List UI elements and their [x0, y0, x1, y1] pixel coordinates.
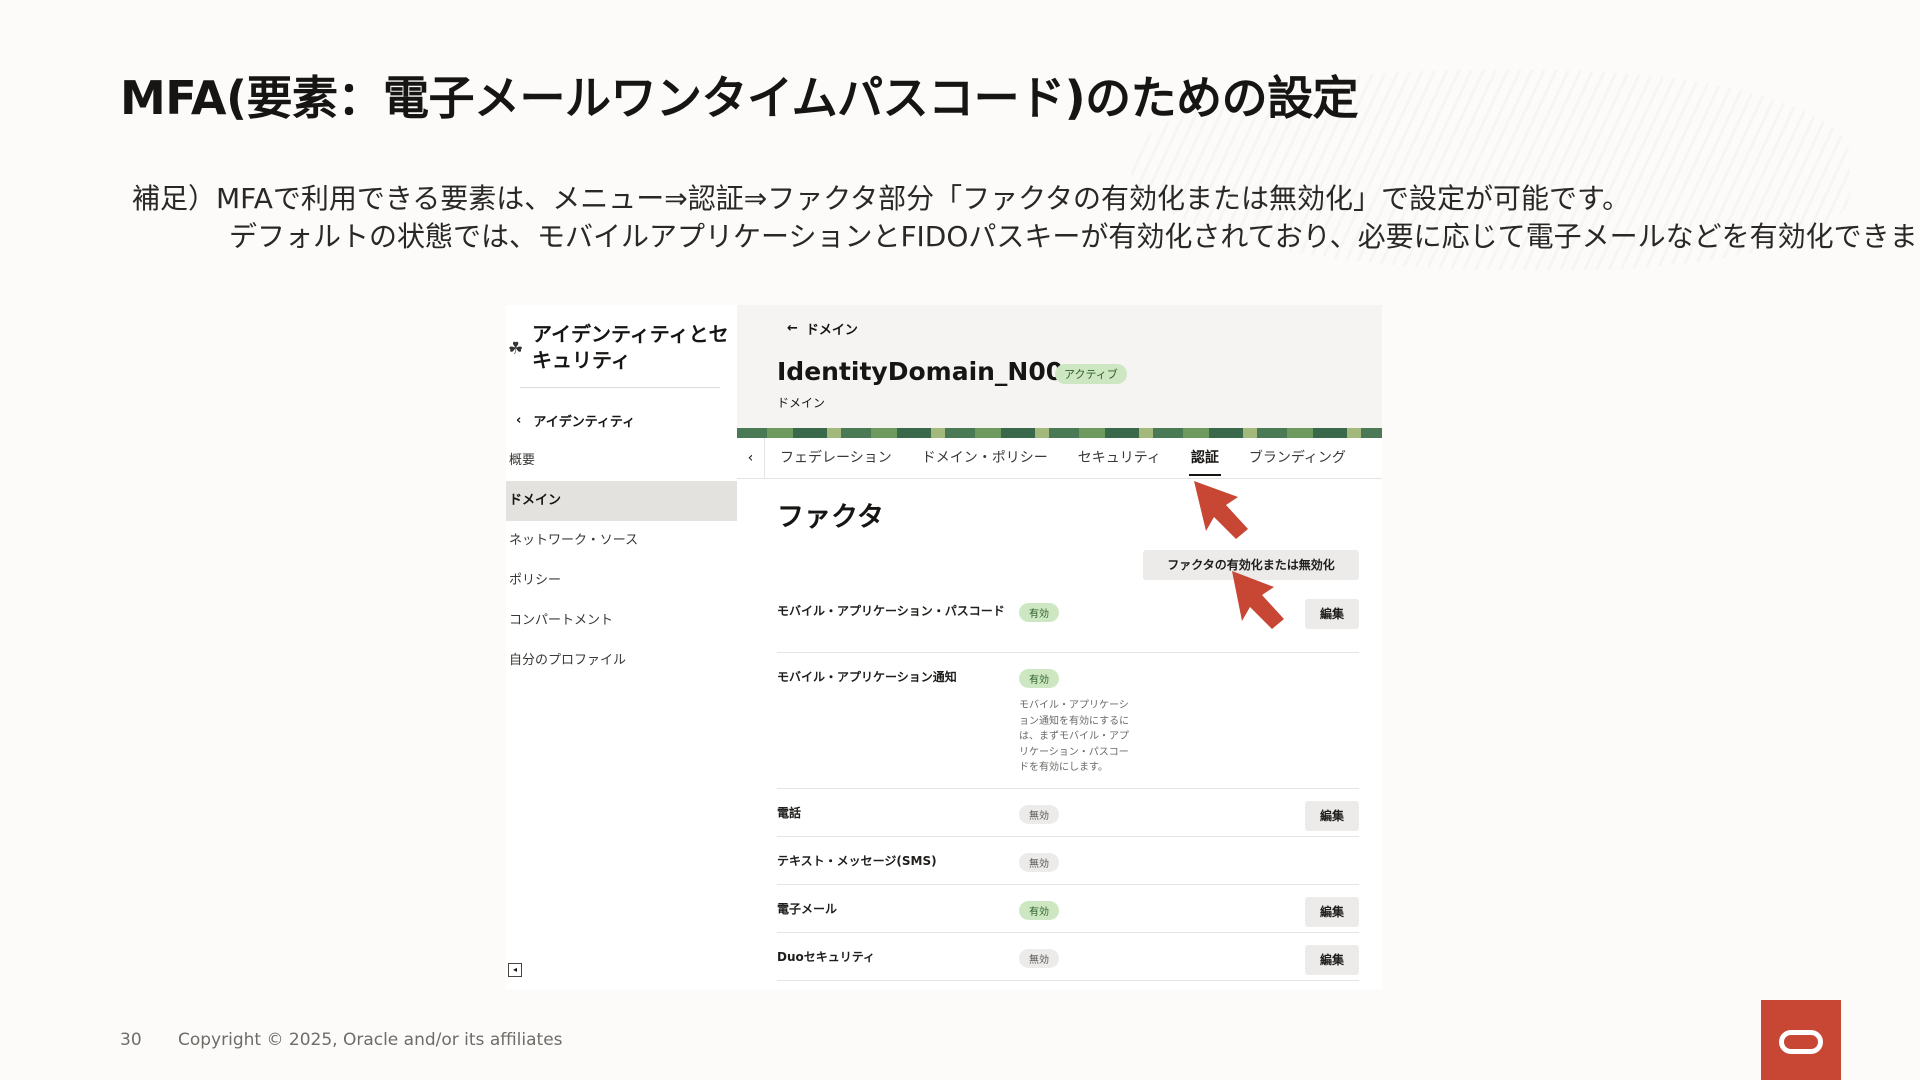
- factor-status-badge: 有効: [1019, 603, 1059, 622]
- factor-status-badge: 有効: [1019, 669, 1059, 688]
- tab-federation[interactable]: フェデレーション: [765, 438, 907, 479]
- factor-name: モバイル・アプリケーション・パスコード: [777, 604, 1005, 618]
- note-line-2: デフォルトの状態では、モバイルアプリケーションとFIDOパスキーが有効化されてお…: [229, 220, 1920, 253]
- slide-title: MFA(要素：電子メールワンタイムパスコード)のための設定: [120, 71, 1359, 125]
- factor-row-sms: テキスト・メッセージ(SMS) 無効: [777, 837, 1359, 885]
- factor-status-badge: 無効: [1019, 805, 1059, 824]
- note-line-1: 補足）MFAで利用できる要素は、メニュー⇒認証⇒ファクタ部分「ファクタの有効化ま…: [132, 182, 1631, 215]
- back-to-domains-link[interactable]: ← ドメイン: [787, 319, 858, 338]
- sidebar-nav: 概要 ドメイン ネットワーク・ソース ポリシー コンパートメント 自分のプロファ…: [506, 441, 737, 681]
- tab-scroll-left-icon[interactable]: ‹: [737, 437, 765, 479]
- oracle-logo: [1761, 1000, 1841, 1080]
- domain-header: ← ドメイン IdentityDomain_N00 アクティブ ドメイン: [737, 305, 1382, 428]
- factor-name: テキスト・メッセージ(SMS): [777, 854, 937, 868]
- factor-row-duo: Duoセキュリティ 無効 編集: [777, 933, 1359, 981]
- factor-name: 電話: [777, 806, 802, 820]
- factor-name: 電子メール: [777, 902, 838, 916]
- sidebar-item-domains[interactable]: ドメイン: [506, 481, 737, 521]
- arrow-left-icon: ←: [787, 321, 798, 336]
- edit-mobile-passcode-button[interactable]: 編集: [1305, 599, 1359, 629]
- factor-row-phone: 電話 無効 編集: [777, 789, 1359, 837]
- sidebar-item-compartments[interactable]: コンパートメント: [506, 601, 737, 641]
- tab-authentication[interactable]: 認証: [1176, 438, 1234, 479]
- factor-name: モバイル・アプリケーション通知: [777, 670, 957, 684]
- sidebar-header: ☘ アイデンティティとセキュリティ: [506, 315, 737, 395]
- tab-security[interactable]: セキュリティ: [1063, 438, 1176, 479]
- copyright: Copyright © 2025, Oracle and/or its affi…: [178, 1030, 563, 1050]
- sidebar-divider: [520, 387, 720, 388]
- main-content: ← ドメイン IdentityDomain_N00 アクティブ ドメイン ‹ フ…: [737, 305, 1382, 989]
- back-label: ドメイン: [805, 323, 858, 338]
- identity-security-icon: ☘: [508, 339, 524, 359]
- factor-name: Duoセキュリティ: [777, 950, 876, 964]
- factors-list: モバイル・アプリケーション・パスコード 有効 編集 モバイル・アプリケーション通…: [777, 587, 1359, 981]
- status-badge: アクティブ: [1055, 364, 1127, 384]
- sidebar-item-my-profile[interactable]: 自分のプロファイル: [506, 641, 737, 681]
- sidebar-item-network-sources[interactable]: ネットワーク・ソース: [506, 521, 737, 561]
- collapse-sidebar-icon[interactable]: ◂: [508, 963, 522, 977]
- sidebar-item-overview[interactable]: 概要: [506, 441, 737, 481]
- tab-domain-policies[interactable]: ドメイン・ポリシー: [907, 438, 1063, 479]
- sidebar: ☘ アイデンティティとセキュリティ ‹ アイデンティティ 概要 ドメイン ネット…: [506, 305, 737, 989]
- supplement-note: 補足）MFAで利用できる要素は、メニュー⇒認証⇒ファクタ部分「ファクタの有効化ま…: [132, 180, 1920, 256]
- factor-status-badge: 無効: [1019, 949, 1059, 968]
- edit-phone-button[interactable]: 編集: [1305, 801, 1359, 831]
- sidebar-title: アイデンティティとセキュリティ: [532, 322, 729, 372]
- factor-row-mobile-notification: モバイル・アプリケーション通知 有効 モバイル・アプリケーション通知を有効にする…: [777, 653, 1359, 789]
- sidebar-item-policies[interactable]: ポリシー: [506, 561, 737, 601]
- tab-branding[interactable]: ブランディング: [1234, 438, 1361, 479]
- domain-subtitle: ドメイン: [777, 396, 826, 410]
- edit-duo-button[interactable]: 編集: [1305, 945, 1359, 975]
- sidebar-back-label: アイデンティティ: [533, 415, 636, 430]
- factor-status-badge: 有効: [1019, 901, 1059, 920]
- page-number: 30: [120, 1030, 142, 1050]
- factor-status-badge: 無効: [1019, 853, 1059, 872]
- console-screenshot: ☘ アイデンティティとセキュリティ ‹ アイデンティティ 概要 ドメイン ネット…: [506, 305, 1382, 989]
- sidebar-back-link[interactable]: ‹ アイデンティティ: [516, 411, 635, 430]
- factor-description: モバイル・アプリケーション通知を有効にするには、まずモバイル・アプリケーション・…: [1019, 700, 1130, 773]
- factor-row-email: 電子メール 有効 編集: [777, 885, 1359, 933]
- factors-title: ファクタ: [777, 502, 884, 533]
- callout-arrow-icon: [1194, 481, 1248, 539]
- decorative-banner: [737, 428, 1382, 438]
- callout-arrow-icon: [1232, 571, 1284, 629]
- chevron-left-icon: ‹: [516, 413, 522, 428]
- domain-name: IdentityDomain_N00: [777, 357, 1064, 386]
- oracle-o-icon: [1779, 1030, 1823, 1054]
- tab-bar: ‹ フェデレーション ドメイン・ポリシー セキュリティ 認証 ブランディング: [737, 437, 1382, 479]
- edit-email-button[interactable]: 編集: [1305, 897, 1359, 927]
